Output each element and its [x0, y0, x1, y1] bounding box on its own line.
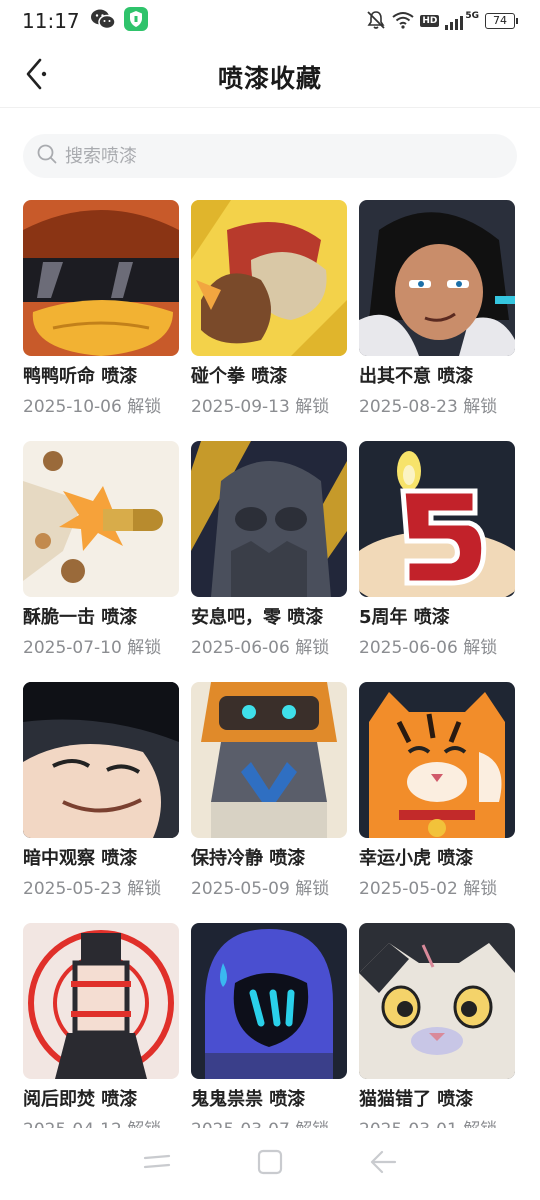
back-arrow-icon	[368, 1148, 398, 1180]
signal-icon	[445, 12, 464, 30]
spray-name: 暗中观察 喷漆	[23, 848, 138, 869]
search-bar[interactable]	[23, 134, 517, 178]
peeking-face-icon	[23, 682, 179, 838]
calm-robot-icon	[191, 682, 347, 838]
burning-tower-icon	[23, 923, 179, 1079]
spray-unlock-date: 2025-05-23 解锁	[23, 879, 162, 899]
status-indicators: HD 5G 74	[366, 10, 518, 33]
spray-name: 幸运小虎 喷漆	[359, 848, 474, 869]
spray-unlock-date: 2025-03-01 解锁	[359, 1119, 515, 1128]
network-type: 5G	[465, 11, 479, 21]
sneaky-ghost-icon	[191, 923, 347, 1079]
spray-unlock-date: 2025-06-06 解锁	[191, 638, 330, 658]
spray-card[interactable]: 5周年 喷漆 2025-06-06 解锁	[359, 441, 515, 682]
spray-unlock-date: 2025-05-02 解锁	[359, 879, 498, 899]
spray-name: 碰个拳 喷漆	[191, 366, 288, 387]
fist-bump-icon	[191, 200, 347, 356]
spray-name: 鸭鸭听命 喷漆	[23, 366, 138, 387]
spray-name: 安息吧，零 喷漆	[191, 607, 324, 628]
spray-card[interactable]: 安息吧，零 喷漆 2025-06-06 解锁	[191, 441, 347, 682]
hooded-robot-icon	[191, 441, 347, 597]
hd-badge: HD	[420, 15, 440, 27]
spray-card[interactable]: 鸭鸭听命 喷漆 2025-10-06 解锁	[23, 200, 179, 441]
menu-lines-icon	[142, 1150, 172, 1178]
smirking-agent-icon	[359, 200, 515, 356]
spray-name: 猫猫错了 喷漆	[359, 1089, 474, 1110]
bullet-impact-icon	[23, 441, 179, 597]
spray-name: 酥脆一击 喷漆	[23, 607, 138, 628]
spray-card[interactable]: 出其不意 喷漆 2025-08-23 解锁	[359, 200, 515, 441]
back-arrow-icon	[22, 56, 50, 96]
anniversary-candle-icon	[359, 441, 515, 597]
page-title: 喷漆收藏	[217, 63, 322, 93]
wifi-icon	[392, 11, 414, 32]
back-button[interactable]	[18, 58, 54, 94]
spray-unlock-date: 2025-03-07 解锁	[191, 1119, 347, 1128]
spray-card[interactable]: 幸运小虎 喷漆 2025-05-02 解锁	[359, 682, 515, 923]
spray-card[interactable]: 鬼鬼祟祟 喷漆 2025-03-07 解锁	[191, 923, 347, 1128]
system-navigation-bar	[0, 1128, 540, 1200]
spray-name: 5周年 喷漆	[359, 607, 450, 628]
mute-icon	[366, 10, 386, 33]
spray-card[interactable]: 猫猫错了 喷漆 2025-03-01 解锁	[359, 923, 515, 1128]
search-input[interactable]	[65, 145, 465, 167]
spray-name: 阅后即焚 喷漆	[23, 1089, 138, 1110]
home-button[interactable]	[248, 1142, 292, 1186]
spray-unlock-date: 2025-04-12 解锁	[23, 1119, 179, 1128]
spray-card[interactable]: 阅后即焚 喷漆 2025-04-12 解锁	[23, 923, 179, 1128]
duck-sunglasses-icon	[23, 200, 179, 356]
spray-unlock-date: 2025-10-06 解锁	[23, 397, 162, 417]
spray-unlock-date: 2025-07-10 解锁	[23, 638, 162, 658]
battery-icon: 74	[485, 13, 518, 29]
back-nav-button[interactable]	[361, 1142, 405, 1186]
battery-level: 74	[485, 13, 515, 29]
sorry-cat-icon	[359, 923, 515, 1079]
spray-unlock-date: 2025-06-06 解锁	[359, 638, 498, 658]
spray-unlock-date: 2025-08-23 解锁	[359, 397, 498, 417]
spray-card[interactable]: 碰个拳 喷漆 2025-09-13 解锁	[191, 200, 347, 441]
spray-name: 保持冷静 喷漆	[191, 848, 306, 869]
lucky-tiger-icon	[359, 682, 515, 838]
spray-unlock-date: 2025-05-09 解锁	[191, 879, 330, 899]
page-header: 喷漆收藏	[0, 46, 540, 108]
security-app-icon	[123, 7, 148, 35]
spray-unlock-date: 2025-09-13 解锁	[191, 397, 330, 417]
spray-grid: 鸭鸭听命 喷漆 2025-10-06 解锁 碰个拳 喷漆 2025-09-13 …	[23, 200, 517, 1128]
spray-name: 出其不意 喷漆	[359, 366, 474, 387]
status-bar: 11:17 HD 5G 74	[0, 0, 540, 42]
spray-card[interactable]: 保持冷静 喷漆 2025-05-09 解锁	[191, 682, 347, 923]
recents-button[interactable]	[135, 1142, 179, 1186]
home-square-icon	[256, 1148, 284, 1180]
wechat-icon	[90, 8, 116, 34]
search-icon	[37, 144, 57, 168]
spray-card[interactable]: 暗中观察 喷漆 2025-05-23 解锁	[23, 682, 179, 923]
spray-name: 鬼鬼祟祟 喷漆	[191, 1089, 306, 1110]
spray-card[interactable]: 酥脆一击 喷漆 2025-07-10 解锁	[23, 441, 179, 682]
status-time: 11:17	[22, 9, 80, 33]
